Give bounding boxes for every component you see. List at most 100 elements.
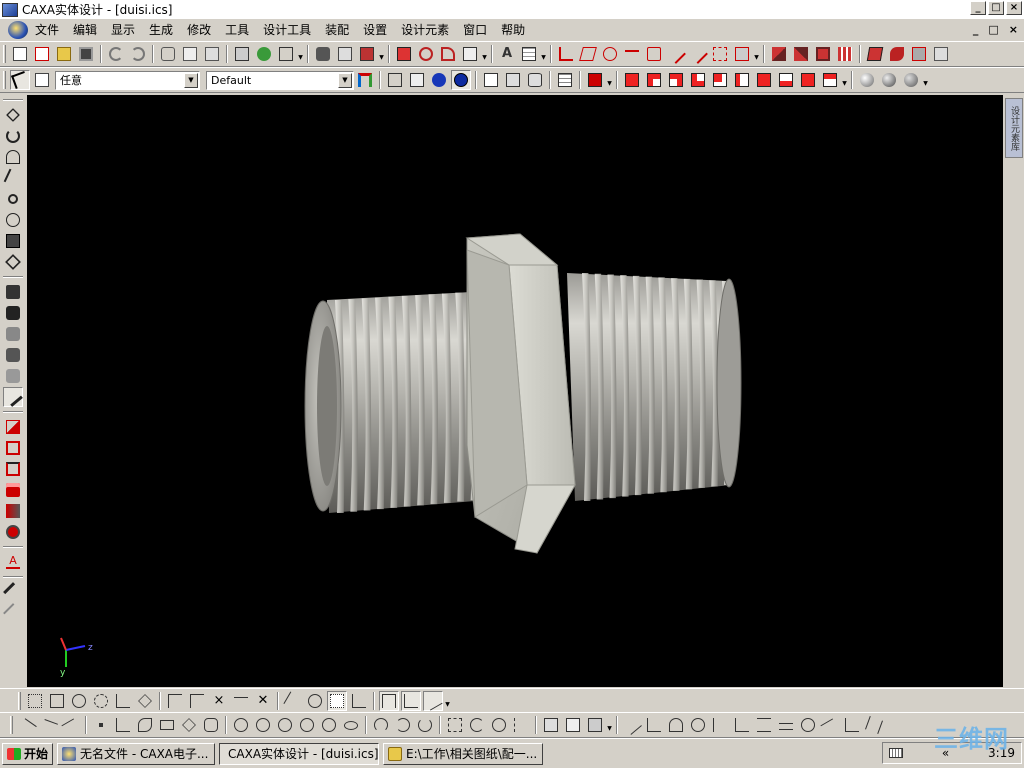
camera-zoom-icon[interactable] <box>3 366 23 386</box>
sketch-project-icon[interactable] <box>732 44 752 64</box>
chevron-down-icon[interactable]: ▼ <box>338 72 352 88</box>
dim-diameter-icon[interactable] <box>688 715 708 735</box>
paint-icon[interactable] <box>3 603 23 623</box>
view-shaded-icon[interactable] <box>429 70 449 90</box>
dim-parallel-icon[interactable] <box>864 715 884 735</box>
minimize-button[interactable]: _ <box>970 1 986 15</box>
new-file-icon[interactable] <box>10 44 30 64</box>
open-folder-icon[interactable] <box>54 44 74 64</box>
corner-icon[interactable] <box>165 691 185 711</box>
keyboard-icon[interactable] <box>889 748 903 758</box>
standard-views-icon[interactable] <box>585 70 605 90</box>
dim-horizontal-icon[interactable] <box>379 691 399 711</box>
toolbar-dropdown-7[interactable]: ▼ <box>841 69 848 91</box>
document-icon[interactable] <box>8 21 28 39</box>
section-sphere-icon[interactable] <box>3 522 23 542</box>
section-cylinder-icon[interactable] <box>3 480 23 500</box>
toolbar-grip-4[interactable] <box>10 716 13 734</box>
loft-icon[interactable] <box>460 44 480 64</box>
toolbar-dropdown-8[interactable]: ▼ <box>922 69 929 91</box>
mod-face-icon[interactable] <box>865 44 885 64</box>
trim-icon[interactable] <box>563 715 583 735</box>
orbit-icon[interactable] <box>3 126 23 146</box>
grid-dots-icon[interactable] <box>91 691 111 711</box>
sketch-mirror-icon[interactable] <box>688 44 708 64</box>
select-filter-icon[interactable] <box>32 70 52 90</box>
new-design-icon[interactable] <box>32 44 52 64</box>
dim-equal-icon[interactable] <box>776 715 796 735</box>
chevron-down-icon[interactable]: ▼ <box>184 72 198 88</box>
corner-2-icon[interactable] <box>187 691 207 711</box>
view-front-icon[interactable] <box>481 70 501 90</box>
scale-icon[interactable] <box>489 715 509 735</box>
constraint-b-icon[interactable] <box>305 691 325 711</box>
edit-view-icon[interactable] <box>3 387 23 407</box>
zoom-fit-icon[interactable] <box>3 231 23 251</box>
sketch-arrow-icon[interactable] <box>556 44 576 64</box>
section-plane-icon[interactable] <box>3 459 23 479</box>
toolbar-grip-2[interactable] <box>3 71 6 89</box>
extrude-icon[interactable] <box>394 44 414 64</box>
dim-radius-icon[interactable] <box>423 691 443 711</box>
dim-smart-icon[interactable] <box>622 715 642 735</box>
view-cube-right-icon[interactable] <box>666 70 686 90</box>
mdi-restore-button[interactable]: □ <box>988 23 998 36</box>
arc-tan-icon[interactable] <box>415 715 435 735</box>
feature-shell-icon[interactable] <box>813 44 833 64</box>
menu-design-elements[interactable]: 设计元素 <box>394 19 456 41</box>
offset-icon[interactable] <box>541 715 561 735</box>
look-at-icon[interactable] <box>3 252 23 272</box>
circle-center-icon[interactable] <box>231 715 251 735</box>
dim-chain-icon[interactable] <box>754 715 774 735</box>
view-cube-iso3-icon[interactable] <box>798 70 818 90</box>
sketch-constraint-icon[interactable] <box>710 44 730 64</box>
circle-3pt-icon[interactable] <box>275 715 295 735</box>
grid-polygon-icon[interactable] <box>135 691 155 711</box>
constraint-a-icon[interactable] <box>283 691 303 711</box>
mod-edge-icon[interactable] <box>887 44 907 64</box>
menu-view[interactable]: 显示 <box>104 19 142 41</box>
cut-icon[interactable] <box>158 44 178 64</box>
view-hidden-icon[interactable] <box>407 70 427 90</box>
circle-2pt-icon[interactable] <box>253 715 273 735</box>
grid-circle-icon[interactable] <box>69 691 89 711</box>
constraint-c-icon[interactable] <box>349 691 369 711</box>
dim-angle-2-icon[interactable] <box>644 715 664 735</box>
grid-angle-icon[interactable] <box>113 691 133 711</box>
view-cube-back-icon[interactable] <box>732 70 752 90</box>
copy-icon[interactable] <box>180 44 200 64</box>
menu-modify[interactable]: 修改 <box>180 19 218 41</box>
smart-render-icon[interactable] <box>357 44 377 64</box>
material-sphere-icon[interactable] <box>879 70 899 90</box>
rotate-icon[interactable] <box>467 715 487 735</box>
assembly-icon[interactable] <box>232 44 252 64</box>
toolbar-dropdown-4[interactable]: ▼ <box>540 43 547 65</box>
dim-line-icon[interactable] <box>231 691 251 711</box>
view-cube-iso2-icon[interactable] <box>776 70 796 90</box>
help-pointer-icon[interactable] <box>276 44 296 64</box>
menu-help[interactable]: 帮助 <box>494 19 532 41</box>
start-button[interactable]: 开始 <box>2 742 54 765</box>
grid-snap-icon[interactable] <box>25 691 45 711</box>
view-iso-icon[interactable] <box>503 70 523 90</box>
circle-tan2-icon[interactable] <box>319 715 339 735</box>
toolbar-dropdown-2[interactable]: ▼ <box>378 43 385 65</box>
tree-view-icon[interactable] <box>355 70 375 90</box>
menu-tools[interactable]: 工具 <box>218 19 256 41</box>
extend-icon[interactable] <box>585 715 605 735</box>
render-style-dropdown[interactable]: Default ▼ <box>206 70 354 90</box>
arc-icon[interactable] <box>371 715 391 735</box>
toolbar-dropdown-9[interactable]: ▼ <box>444 690 451 712</box>
dimension-icon[interactable]: A <box>3 552 23 572</box>
camera-pan-icon[interactable] <box>3 324 23 344</box>
section-color-icon[interactable] <box>3 501 23 521</box>
task-explorer-folder[interactable]: E:\工作\相关图纸\配一... <box>383 742 544 765</box>
view-realistic-icon[interactable] <box>451 70 471 90</box>
dynamic-rotate-icon[interactable] <box>3 147 23 167</box>
perpendicular-icon[interactable] <box>61 715 81 738</box>
section-view-icon[interactable] <box>3 417 23 437</box>
toolbar-dropdown-5[interactable]: ▼ <box>753 43 760 65</box>
grid-display-icon[interactable] <box>47 691 67 711</box>
dim-cross-icon[interactable]: ✕ <box>253 691 273 711</box>
walk-icon[interactable] <box>3 282 23 302</box>
